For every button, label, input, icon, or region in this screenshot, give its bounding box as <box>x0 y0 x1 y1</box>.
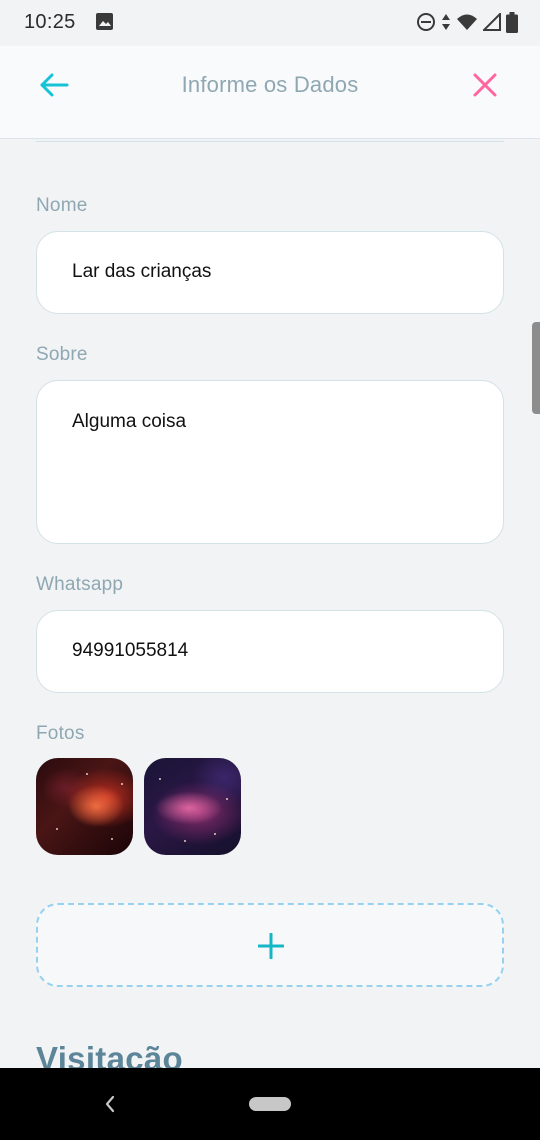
section-divider <box>36 141 504 142</box>
star-dot <box>226 798 228 800</box>
star-dot <box>111 838 113 840</box>
photos-label: Fotos <box>36 723 85 744</box>
nav-back-icon[interactable] <box>98 1092 122 1116</box>
data-arrows-icon <box>442 14 450 30</box>
whatsapp-input[interactable]: 94991055814 <box>36 610 504 693</box>
do-not-disturb-icon <box>417 13 435 31</box>
name-label: Nome <box>36 195 88 216</box>
star-dot <box>159 778 161 780</box>
photo-thumbnail[interactable] <box>36 758 133 855</box>
app-header: Informe os Dados <box>0 46 540 139</box>
signal-icon <box>483 13 501 31</box>
close-button[interactable] <box>468 68 502 102</box>
status-time: 10:25 <box>24 11 76 33</box>
star-dot <box>184 840 186 842</box>
scrollbar[interactable] <box>532 322 540 414</box>
status-bar: 10:25 <box>0 0 540 46</box>
page-title: Informe os Dados <box>181 72 359 97</box>
wifi-icon <box>457 14 477 30</box>
image-icon <box>96 13 113 30</box>
star-dot <box>121 783 123 785</box>
battery-icon <box>506 11 518 33</box>
about-textarea[interactable]: Alguma coisa <box>36 380 504 544</box>
star-dot <box>56 828 58 830</box>
close-icon <box>473 73 497 97</box>
name-input[interactable]: Lar das crianças <box>36 231 504 314</box>
plus-icon <box>258 933 284 959</box>
star-dot <box>214 833 216 835</box>
system-nav-bar <box>0 1068 540 1140</box>
app-screen: 10:25 Informe os Dados Nome Lar das cria… <box>0 0 540 1140</box>
add-photo-button[interactable] <box>36 903 504 987</box>
star-dot <box>86 773 88 775</box>
status-icons <box>416 11 518 33</box>
about-label: Sobre <box>36 344 88 365</box>
photo-thumbnail[interactable] <box>144 758 241 855</box>
whatsapp-label: Whatsapp <box>36 574 124 595</box>
nav-home-pill[interactable] <box>249 1097 291 1111</box>
